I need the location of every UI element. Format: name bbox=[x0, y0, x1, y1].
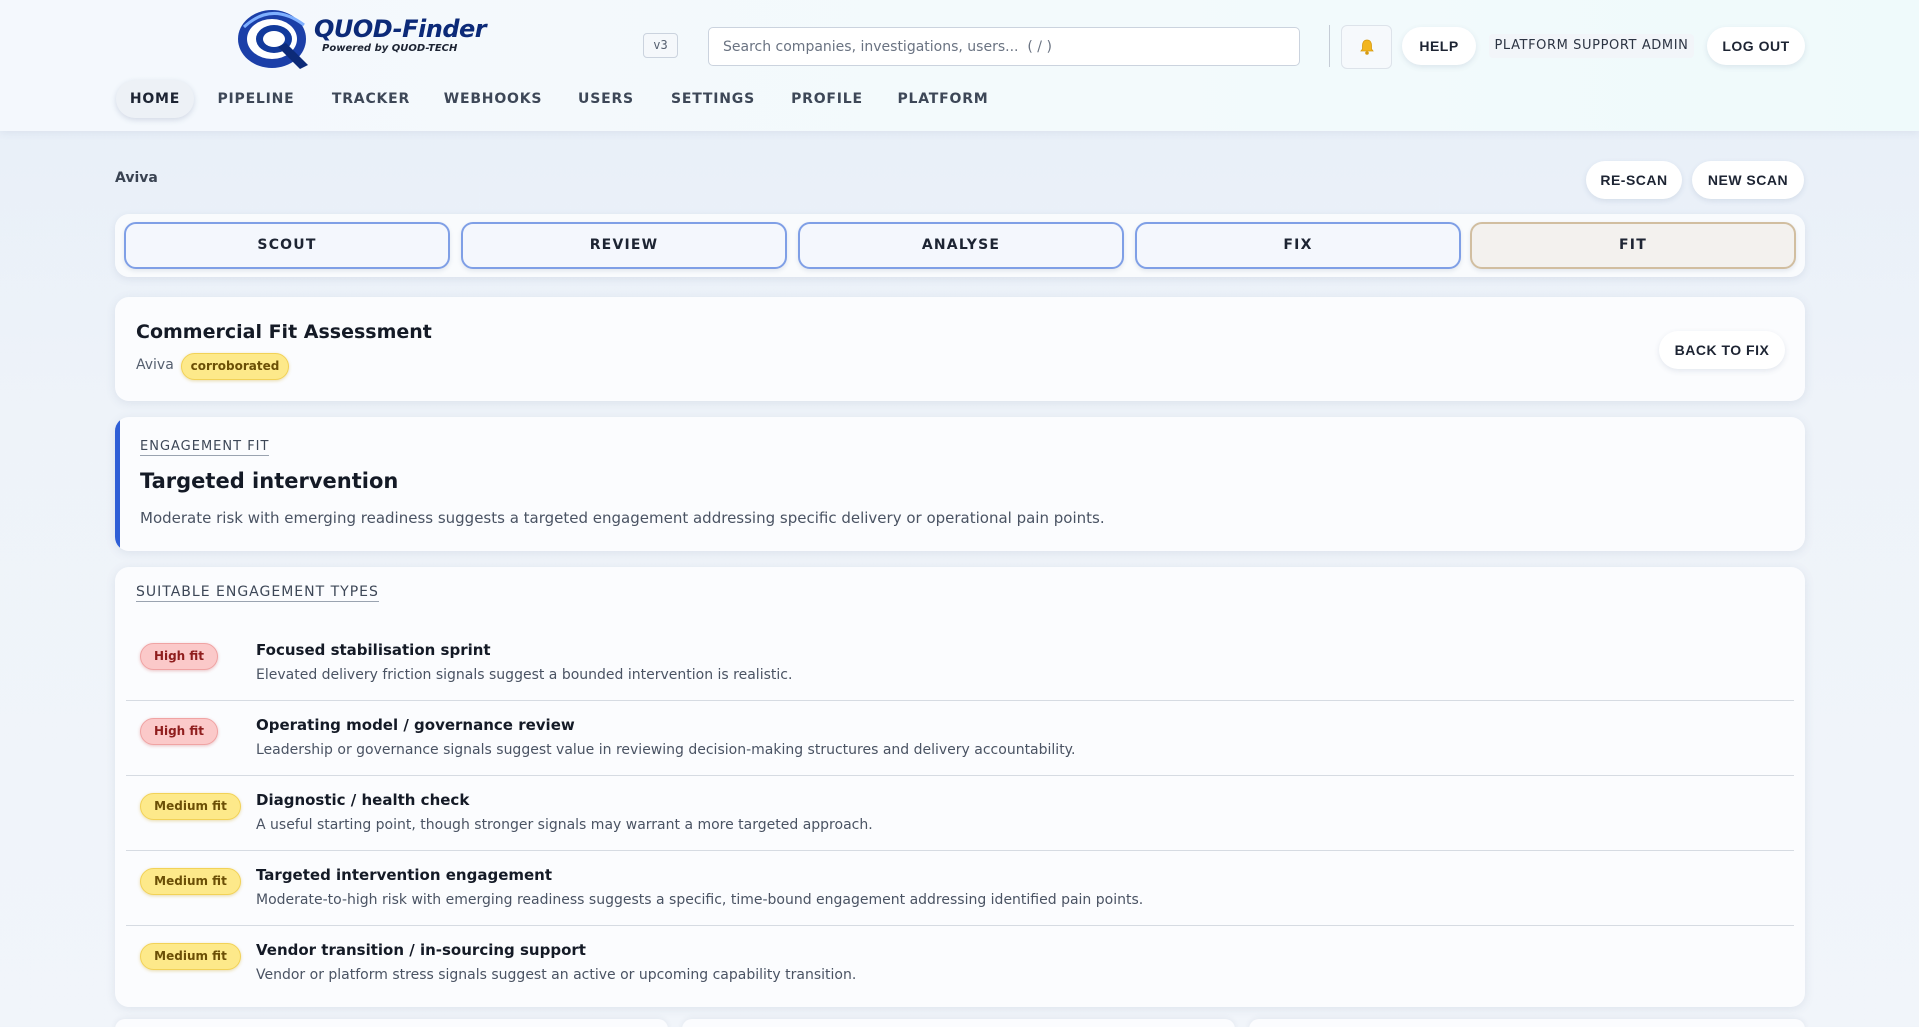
engagement-fit-title: Targeted intervention bbox=[140, 469, 399, 493]
company-name: Aviva bbox=[115, 170, 158, 186]
assessment-header-card: Commercial Fit Assessment Aviva corrobor… bbox=[115, 297, 1805, 401]
header-divider bbox=[1329, 25, 1330, 67]
list-item: Medium fit Targeted intervention engagem… bbox=[126, 851, 1794, 926]
nav-settings[interactable]: SETTINGS bbox=[665, 80, 761, 118]
help-button[interactable]: HELP bbox=[1402, 27, 1476, 65]
fit-badge: Medium fit bbox=[140, 793, 241, 820]
engagement-title: Vendor transition / in-sourcing support bbox=[256, 941, 586, 959]
nav-webhooks[interactable]: WEBHOOKS bbox=[440, 80, 546, 118]
nav-home[interactable]: HOME bbox=[116, 80, 194, 118]
engagement-fit-label: ENGAGEMENT FIT bbox=[140, 439, 270, 456]
engagement-types-label: SUITABLE ENGAGEMENT TYPES bbox=[136, 584, 379, 602]
engagement-fit-description: Moderate risk with emerging readiness su… bbox=[140, 509, 1105, 527]
next-card-middle bbox=[682, 1019, 1235, 1027]
stage-tab-scout[interactable]: SCOUT bbox=[124, 222, 450, 269]
stage-tab-fit[interactable]: FIT bbox=[1470, 222, 1796, 269]
assessment-company: Aviva bbox=[136, 357, 174, 373]
fit-badge: High fit bbox=[140, 718, 218, 745]
brand-tagline: Powered by QUOD-TECH bbox=[322, 43, 458, 54]
engagement-description: Leadership or governance signals suggest… bbox=[256, 742, 1076, 758]
list-item: High fit Focused stabilisation sprint El… bbox=[126, 626, 1794, 701]
next-card-right bbox=[1249, 1019, 1805, 1027]
version-badge: v3 bbox=[643, 33, 678, 58]
list-item: Medium fit Vendor transition / in-sourci… bbox=[126, 926, 1794, 1001]
bell-icon bbox=[1359, 39, 1374, 55]
nav-profile[interactable]: PROFILE bbox=[784, 80, 870, 118]
fit-badge: High fit bbox=[140, 643, 218, 670]
engagement-types-card: SUITABLE ENGAGEMENT TYPES High fit Focus… bbox=[115, 567, 1805, 1007]
accent-bar bbox=[115, 417, 120, 551]
engagement-title: Operating model / governance review bbox=[256, 716, 575, 734]
new-scan-button[interactable]: NEW SCAN bbox=[1692, 161, 1804, 199]
engagement-description: Elevated delivery friction signals sugge… bbox=[256, 667, 793, 683]
nav-tracker[interactable]: TRACKER bbox=[326, 80, 416, 118]
stage-tabs: SCOUT REVIEW ANALYSE FIX FIT bbox=[115, 214, 1805, 277]
logout-button[interactable]: LOG OUT bbox=[1707, 27, 1805, 65]
page-title: Commercial Fit Assessment bbox=[136, 321, 432, 343]
notifications-button[interactable] bbox=[1341, 25, 1392, 69]
fit-badge: Medium fit bbox=[140, 868, 241, 895]
engagement-title: Targeted intervention engagement bbox=[256, 866, 553, 884]
nav-pipeline[interactable]: PIPELINE bbox=[208, 80, 304, 118]
quod-q-logo-icon bbox=[238, 10, 308, 69]
stage-tab-review[interactable]: REVIEW bbox=[461, 222, 787, 269]
status-badge: corroborated bbox=[181, 353, 289, 380]
engagement-title: Diagnostic / health check bbox=[256, 791, 470, 809]
list-item: High fit Operating model / governance re… bbox=[126, 701, 1794, 776]
engagement-description: A useful starting point, though stronger… bbox=[256, 817, 873, 833]
engagement-title: Focused stabilisation sprint bbox=[256, 641, 491, 659]
current-user-label[interactable]: PLATFORM SUPPORT ADMIN bbox=[1489, 34, 1694, 58]
next-card-left bbox=[115, 1019, 668, 1027]
fit-badge: Medium fit bbox=[140, 943, 241, 970]
global-search-input[interactable] bbox=[708, 27, 1300, 66]
stage-tab-fix[interactable]: FIX bbox=[1135, 222, 1461, 269]
top-header: QUOD-Finder Powered by QUOD-TECH v3 HELP… bbox=[0, 0, 1919, 131]
engagement-fit-card: ENGAGEMENT FIT Targeted intervention Mod… bbox=[115, 417, 1805, 551]
stage-tab-analyse[interactable]: ANALYSE bbox=[798, 222, 1124, 269]
engagement-description: Vendor or platform stress signals sugges… bbox=[256, 967, 857, 983]
nav-users[interactable]: USERS bbox=[570, 80, 642, 118]
rescan-button[interactable]: RE-SCAN bbox=[1586, 161, 1682, 199]
engagement-description: Moderate-to-high risk with emerging read… bbox=[256, 892, 1144, 908]
brand-name: QUOD-Finder bbox=[314, 15, 487, 43]
back-to-fix-button[interactable]: BACK TO FIX bbox=[1659, 331, 1785, 369]
nav-platform[interactable]: PLATFORM bbox=[893, 80, 993, 118]
brand-logo[interactable]: QUOD-Finder Powered by QUOD-TECH bbox=[234, 7, 504, 71]
list-item: Medium fit Diagnostic / health check A u… bbox=[126, 776, 1794, 851]
